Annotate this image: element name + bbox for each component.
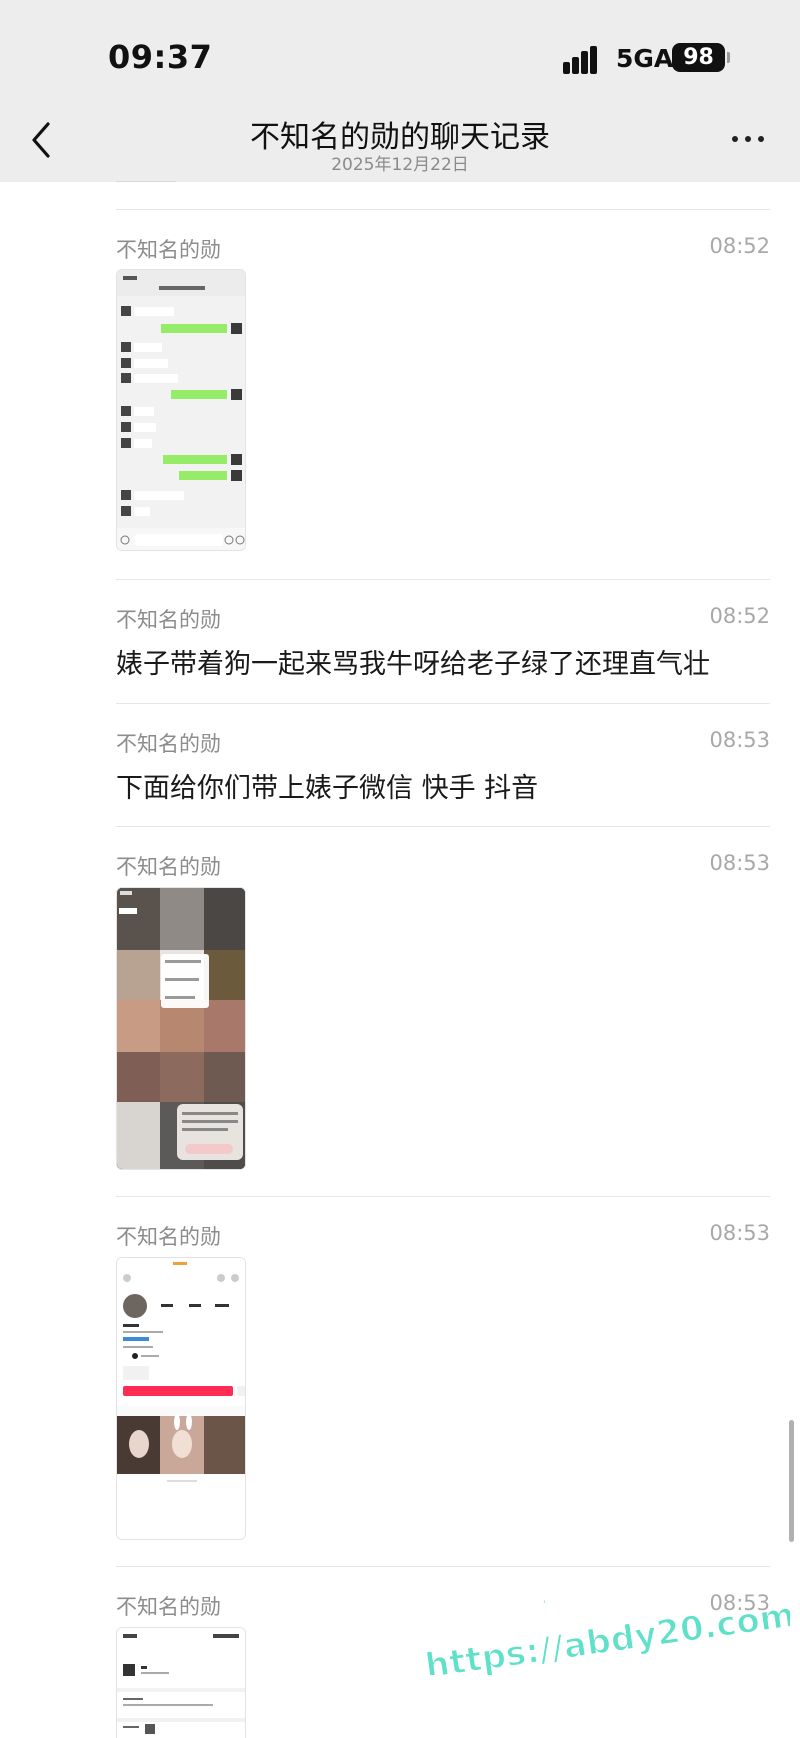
profile-page-thumbnail bbox=[117, 1258, 245, 1539]
scrollbar[interactable] bbox=[789, 1420, 794, 1542]
divider bbox=[116, 703, 770, 704]
message-sender: 不知名的勋 bbox=[116, 238, 221, 262]
message-text: 下面给你们带上婊子微信 快手 抖音 bbox=[116, 773, 539, 804]
message-time: 08:53 bbox=[709, 851, 770, 875]
signal-icon bbox=[563, 44, 607, 74]
message-sender: 不知名的勋 bbox=[116, 732, 221, 756]
more-options-button[interactable] bbox=[728, 128, 768, 148]
page-subtitle-date: 2025年12月22日 bbox=[331, 155, 469, 175]
divider bbox=[116, 1566, 770, 1567]
battery-tip bbox=[727, 52, 730, 63]
chevron-left-icon bbox=[32, 122, 50, 158]
message-sender: 不知名的勋 bbox=[116, 1225, 221, 1249]
message-time: 08:53 bbox=[709, 728, 770, 752]
chat-message: 不知名的勋 08:53 bbox=[116, 851, 770, 1171]
chat-screenshot-image[interactable] bbox=[116, 1627, 246, 1738]
divider bbox=[116, 826, 770, 827]
chat-info-thumbnail bbox=[117, 1628, 245, 1738]
chat-message: 不知名的勋 08:53 bbox=[116, 1591, 770, 1738]
message-time: 08:52 bbox=[709, 604, 770, 628]
message-sender: 不知名的勋 bbox=[116, 855, 221, 879]
network-type: 5GA bbox=[616, 44, 674, 73]
message-time: 08:53 bbox=[709, 1221, 770, 1245]
chat-message: 不知名的勋 08:52 bbox=[116, 234, 770, 554]
battery-icon: 98 bbox=[672, 43, 725, 72]
chat-message: 不知名的勋 08:53 下面给你们带上婊子微信 快手 抖音 bbox=[116, 728, 770, 808]
message-sender: 不知名的勋 bbox=[116, 1595, 221, 1619]
message-text: 婊子带着狗一起来骂我牛呀给老子绿了还理直气壮 bbox=[116, 649, 710, 680]
divider bbox=[116, 1196, 770, 1197]
chat-screenshot-image[interactable] bbox=[116, 269, 246, 551]
chat-screenshot-thumbnail bbox=[117, 270, 245, 550]
profile-screenshot-image[interactable] bbox=[116, 1257, 246, 1540]
message-sender: 不知名的勋 bbox=[116, 608, 221, 632]
message-time: 08:53 bbox=[709, 1591, 770, 1615]
photo-gallery-thumbnail bbox=[117, 888, 245, 1169]
cut-off-image-edge bbox=[116, 181, 176, 182]
divider bbox=[116, 209, 770, 210]
chat-message: 不知名的勋 08:52 婊子带着狗一起来骂我牛呀给老子绿了还理直气壮 bbox=[116, 604, 770, 684]
divider bbox=[116, 579, 770, 580]
back-button[interactable] bbox=[24, 118, 60, 162]
gallery-screenshot-image[interactable] bbox=[116, 887, 246, 1170]
message-time: 08:52 bbox=[709, 234, 770, 258]
chat-message: 不知名的勋 08:53 bbox=[116, 1221, 770, 1541]
status-time: 09:37 bbox=[108, 38, 213, 76]
chat-history-page: 09:37 5GA 98 不知名的勋的聊天记录 2025年12月22日 不知名的… bbox=[0, 0, 800, 1738]
top-bar: 09:37 5GA 98 不知名的勋的聊天记录 2025年12月22日 bbox=[0, 0, 800, 182]
